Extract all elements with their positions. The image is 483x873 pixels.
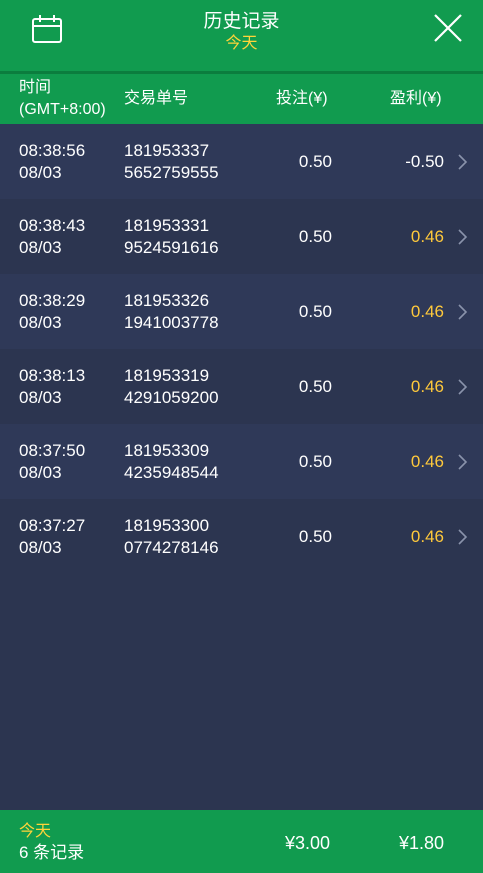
row-time-value: 08:38:29: [19, 291, 86, 310]
col-order: 交易单号: [124, 90, 189, 107]
row-time-value: 08:38:56: [19, 141, 86, 160]
row-date-value: 08/03: [19, 163, 62, 182]
row-order-part1: 181953326: [124, 291, 210, 310]
close-button[interactable]: [428, 8, 468, 48]
row-order-part1: 181953331: [124, 216, 210, 235]
history-row[interactable]: 08:38:43 08/03 181953331 9524591616 0.50…: [0, 199, 483, 274]
history-row[interactable]: 08:37:27 08/03 181953300 0774278146 0.50…: [0, 499, 483, 574]
row-order-part1: 181953337: [124, 141, 210, 160]
row-date-value: 08/03: [19, 388, 62, 407]
row-order: 181953319 4291059200: [124, 365, 219, 409]
row-time: 08:37:27 08/03: [19, 515, 85, 559]
history-row[interactable]: 08:38:29 08/03 181953326 1941003778 0.50…: [0, 274, 483, 349]
chevron-right-icon: [458, 529, 468, 545]
summary-footer: 今天 6 条记录 ¥3.00 ¥1.80: [0, 810, 483, 873]
chevron-right-icon: [458, 154, 468, 170]
history-list: 08:38:56 08/03 181953337 5652759555 0.50…: [0, 124, 483, 574]
row-profit: 0.46: [410, 227, 444, 246]
history-row[interactable]: 08:37:50 08/03 181953309 4235948544 0.50…: [0, 424, 483, 499]
col-bet: 投注(¥): [276, 90, 328, 107]
row-order-part2: 5652759555: [124, 163, 219, 182]
row-order-part1: 181953319: [124, 366, 210, 385]
row-time-value: 08:38:43: [19, 216, 86, 235]
row-profit: 0.46: [410, 527, 444, 546]
row-time-value: 08:38:13: [19, 366, 86, 385]
row-date-value: 08/03: [19, 463, 62, 482]
page-subtitle: 今天: [225, 35, 258, 52]
row-order: 181953337 5652759555: [124, 140, 219, 184]
row-time-value: 08:37:27: [19, 516, 86, 535]
row-bet: 0.50: [298, 227, 332, 246]
row-order: 181953309 4235948544: [124, 440, 219, 484]
row-profit: -0.50: [405, 152, 444, 171]
page-title: 历史记录: [203, 11, 280, 32]
row-date-value: 08/03: [19, 313, 62, 332]
row-order-part1: 181953300: [124, 516, 210, 535]
history-row[interactable]: 08:38:56 08/03 181953337 5652759555 0.50…: [0, 124, 483, 199]
row-order-part2: 9524591616: [124, 238, 219, 257]
row-time: 08:38:56 08/03: [19, 140, 85, 184]
row-profit: 0.46: [410, 302, 444, 321]
row-bet: 0.50: [298, 302, 332, 321]
col-time-label: 时间: [19, 79, 52, 96]
row-order-part2: 0774278146: [124, 538, 219, 557]
footer-total-profit: ¥1.80: [398, 833, 444, 853]
row-bet: 0.50: [298, 452, 332, 471]
footer-record-count: 6 条记录: [19, 843, 85, 862]
row-time: 08:38:43 08/03: [19, 215, 85, 259]
row-order: 181953331 9524591616: [124, 215, 219, 259]
row-time: 08:38:13 08/03: [19, 365, 85, 409]
close-icon: [434, 14, 462, 42]
row-bet: 0.50: [298, 152, 332, 171]
row-time: 08:38:29 08/03: [19, 290, 85, 334]
row-time-value: 08:37:50: [19, 441, 86, 460]
footer-total-bet: ¥3.00: [284, 833, 330, 853]
chevron-right-icon: [458, 304, 468, 320]
row-time: 08:37:50 08/03: [19, 440, 85, 484]
row-order-part1: 181953309: [124, 441, 210, 460]
row-bet: 0.50: [298, 527, 332, 546]
column-header: 时间 (GMT+8:00) 交易单号 投注(¥) 盈利(¥): [0, 74, 483, 124]
row-bet: 0.50: [298, 377, 332, 396]
chevron-right-icon: [458, 379, 468, 395]
row-profit: 0.46: [410, 377, 444, 396]
row-date-value: 08/03: [19, 238, 62, 257]
row-date-value: 08/03: [19, 538, 62, 557]
row-order-part2: 4235948544: [124, 463, 219, 482]
row-order: 181953300 0774278146: [124, 515, 219, 559]
col-time-zone: (GMT+8:00): [19, 101, 106, 118]
row-order-part2: 4291059200: [124, 388, 219, 407]
row-order: 181953326 1941003778: [124, 290, 219, 334]
row-order-part2: 1941003778: [124, 313, 219, 332]
chevron-right-icon: [458, 229, 468, 245]
header-bar: 历史记录 今天: [0, 0, 483, 71]
col-profit: 盈利(¥): [390, 90, 442, 107]
chevron-right-icon: [458, 454, 468, 470]
col-time: 时间 (GMT+8:00): [19, 77, 106, 121]
history-row[interactable]: 08:38:13 08/03 181953319 4291059200 0.50…: [0, 349, 483, 424]
footer-period: 今天: [19, 823, 52, 840]
row-profit: 0.46: [410, 452, 444, 471]
